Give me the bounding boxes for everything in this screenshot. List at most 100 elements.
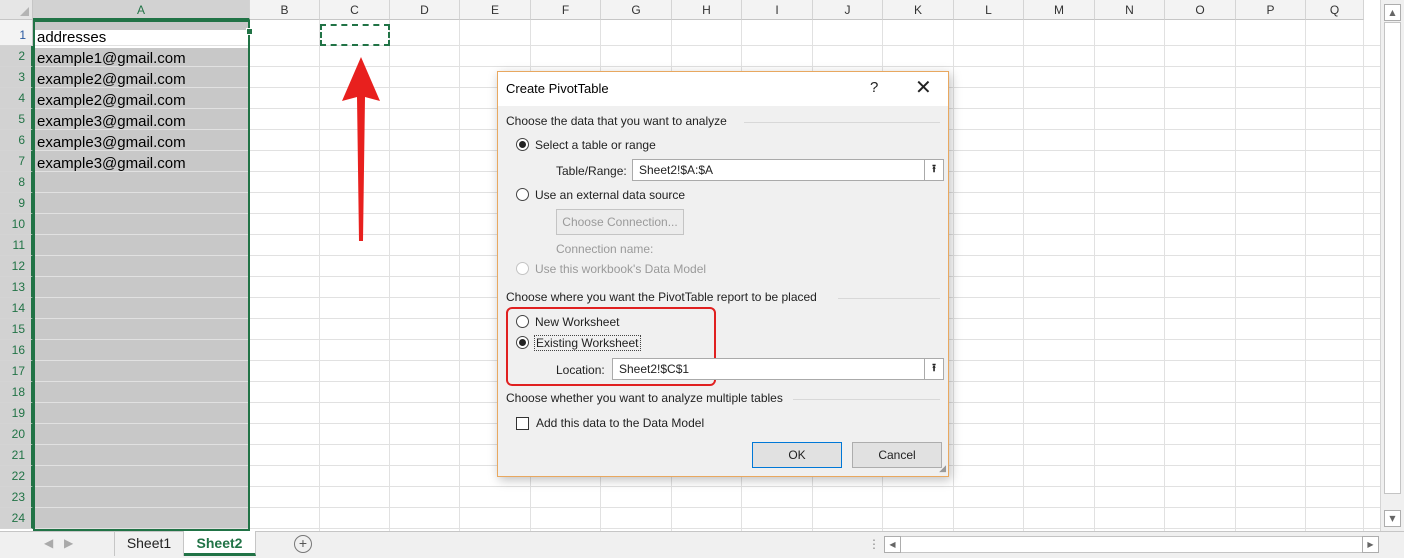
cell-a7[interactable]: example3@gmail.com (37, 155, 186, 172)
tab-next-icon[interactable]: ▶ (64, 536, 73, 550)
label-new-worksheet: New Worksheet (535, 315, 620, 329)
section-multiple-tables-heading: Choose whether you want to analyze multi… (506, 391, 783, 405)
row-header-24[interactable]: 24 (0, 508, 33, 529)
collapse-dialog-icon[interactable]: ⭱ (924, 160, 943, 180)
label-existing-worksheet: Existing Worksheet (534, 335, 641, 351)
sheet-tab-bar: ◀ ▶ Sheet1 Sheet2 + ⋮ ◀ ▶ (0, 531, 1404, 558)
row-header-21[interactable]: 21 (0, 445, 33, 466)
tab-sheet2[interactable]: Sheet2 (184, 531, 256, 556)
row-header-11[interactable]: 11 (0, 235, 33, 256)
row-header-19[interactable]: 19 (0, 403, 33, 424)
section-data-heading: Choose the data that you want to analyze (506, 114, 727, 128)
column-header-i[interactable]: I (742, 0, 813, 20)
location-field[interactable]: Sheet2!$C$1 ⭱ (612, 358, 944, 380)
scroll-thumb[interactable] (1384, 22, 1401, 494)
location-value: Sheet2!$C$1 (619, 362, 690, 376)
vertical-scrollbar[interactable]: ▲ ▼ (1380, 0, 1404, 531)
divider (838, 298, 940, 299)
cell-a6[interactable]: example3@gmail.com (37, 134, 186, 151)
row-header-14[interactable]: 14 (0, 298, 33, 319)
row-header-16[interactable]: 16 (0, 340, 33, 361)
row-header-13[interactable]: 13 (0, 277, 33, 298)
horizontal-scrollbar[interactable] (884, 536, 1364, 553)
tab-prev-icon[interactable]: ◀ (44, 536, 53, 550)
close-icon[interactable]: ✕ (915, 75, 932, 100)
scroll-left-icon[interactable]: ◀ (884, 536, 901, 553)
divider (793, 399, 940, 400)
tab-sheet1[interactable]: Sheet1 (114, 531, 184, 556)
row-header-1[interactable]: 1 (0, 20, 33, 46)
split-handle-icon[interactable]: ⋮ (868, 537, 880, 551)
label-add-data-model: Add this data to the Data Model (536, 416, 705, 430)
row-header-4[interactable]: 4 (0, 88, 33, 109)
row-header-5[interactable]: 5 (0, 109, 33, 130)
dialog-titlebar[interactable]: Create PivotTable ? ✕ (498, 72, 948, 106)
label-select-table: Select a table or range (535, 138, 656, 152)
choose-connection-button[interactable]: Choose Connection... (556, 209, 684, 235)
radio-data-model[interactable] (516, 262, 529, 275)
column-header-d[interactable]: D (390, 0, 460, 20)
row-header-15[interactable]: 15 (0, 319, 33, 340)
column-header-c[interactable]: C (320, 0, 390, 20)
row-header-9[interactable]: 9 (0, 193, 33, 214)
cell-a2[interactable]: example1@gmail.com (37, 50, 186, 67)
row-header-23[interactable]: 23 (0, 487, 33, 508)
radio-existing-worksheet[interactable] (516, 336, 529, 349)
radio-new-worksheet[interactable] (516, 315, 529, 328)
column-header-q[interactable]: Q (1306, 0, 1364, 20)
column-header-f[interactable]: F (531, 0, 601, 20)
red-arrow-annotation (342, 57, 380, 241)
cell-a4[interactable]: example2@gmail.com (37, 92, 186, 109)
table-range-value: Sheet2!$A:$A (639, 163, 714, 177)
label-external-source: Use an external data source (535, 188, 686, 202)
cell-a3[interactable]: example2@gmail.com (37, 71, 186, 88)
column-header-m[interactable]: M (1024, 0, 1095, 20)
fill-handle[interactable] (246, 28, 253, 35)
column-header-g[interactable]: G (601, 0, 672, 20)
help-icon[interactable]: ? (870, 79, 878, 96)
row-header-22[interactable]: 22 (0, 466, 33, 487)
cell-a1[interactable]: addresses (37, 29, 106, 46)
row-header-8[interactable]: 8 (0, 172, 33, 193)
resize-grip-icon[interactable]: ◢ (939, 463, 946, 474)
row-header-20[interactable]: 20 (0, 424, 33, 445)
row-header-10[interactable]: 10 (0, 214, 33, 235)
add-data-model-checkbox[interactable] (516, 417, 529, 430)
cell-c1-marquee[interactable] (320, 24, 390, 46)
label-table-range: Table/Range: (556, 164, 627, 178)
column-header-k[interactable]: K (883, 0, 954, 20)
row-header-7[interactable]: 7 (0, 151, 33, 172)
row-header-17[interactable]: 17 (0, 361, 33, 382)
column-header-a[interactable]: A (33, 0, 250, 20)
column-header-p[interactable]: P (1236, 0, 1306, 20)
scroll-right-icon[interactable]: ▶ (1362, 536, 1379, 553)
add-sheet-icon[interactable]: + (294, 535, 312, 553)
radio-select-table[interactable] (516, 138, 529, 151)
cancel-button[interactable]: Cancel (852, 442, 942, 468)
collapse-dialog-icon[interactable]: ⭱ (924, 359, 943, 379)
column-header-n[interactable]: N (1095, 0, 1165, 20)
table-range-field[interactable]: Sheet2!$A:$A ⭱ (632, 159, 944, 181)
column-header-b[interactable]: B (250, 0, 320, 20)
row-header-2[interactable]: 2 (0, 46, 33, 67)
column-header-l[interactable]: L (954, 0, 1024, 20)
column-header-o[interactable]: O (1165, 0, 1236, 20)
row-header-6[interactable]: 6 (0, 130, 33, 151)
radio-external-source[interactable] (516, 188, 529, 201)
select-all-corner[interactable] (0, 0, 33, 20)
create-pivottable-dialog: Create PivotTable ? ✕ Choose the data th… (497, 71, 949, 477)
scroll-down-icon[interactable]: ▼ (1384, 510, 1401, 527)
column-header-h[interactable]: H (672, 0, 742, 20)
column-header-j[interactable]: J (813, 0, 883, 20)
row-header-18[interactable]: 18 (0, 382, 33, 403)
scroll-up-icon[interactable]: ▲ (1384, 4, 1401, 21)
ok-button[interactable]: OK (752, 442, 842, 468)
dialog-title: Create PivotTable (506, 81, 609, 96)
row-header-3[interactable]: 3 (0, 67, 33, 88)
row-header-12[interactable]: 12 (0, 256, 33, 277)
section-placement-heading: Choose where you want the PivotTable rep… (506, 290, 817, 304)
cell-a5[interactable]: example3@gmail.com (37, 113, 186, 130)
label-location: Location: (556, 363, 605, 377)
divider (744, 122, 940, 123)
column-header-e[interactable]: E (460, 0, 531, 20)
